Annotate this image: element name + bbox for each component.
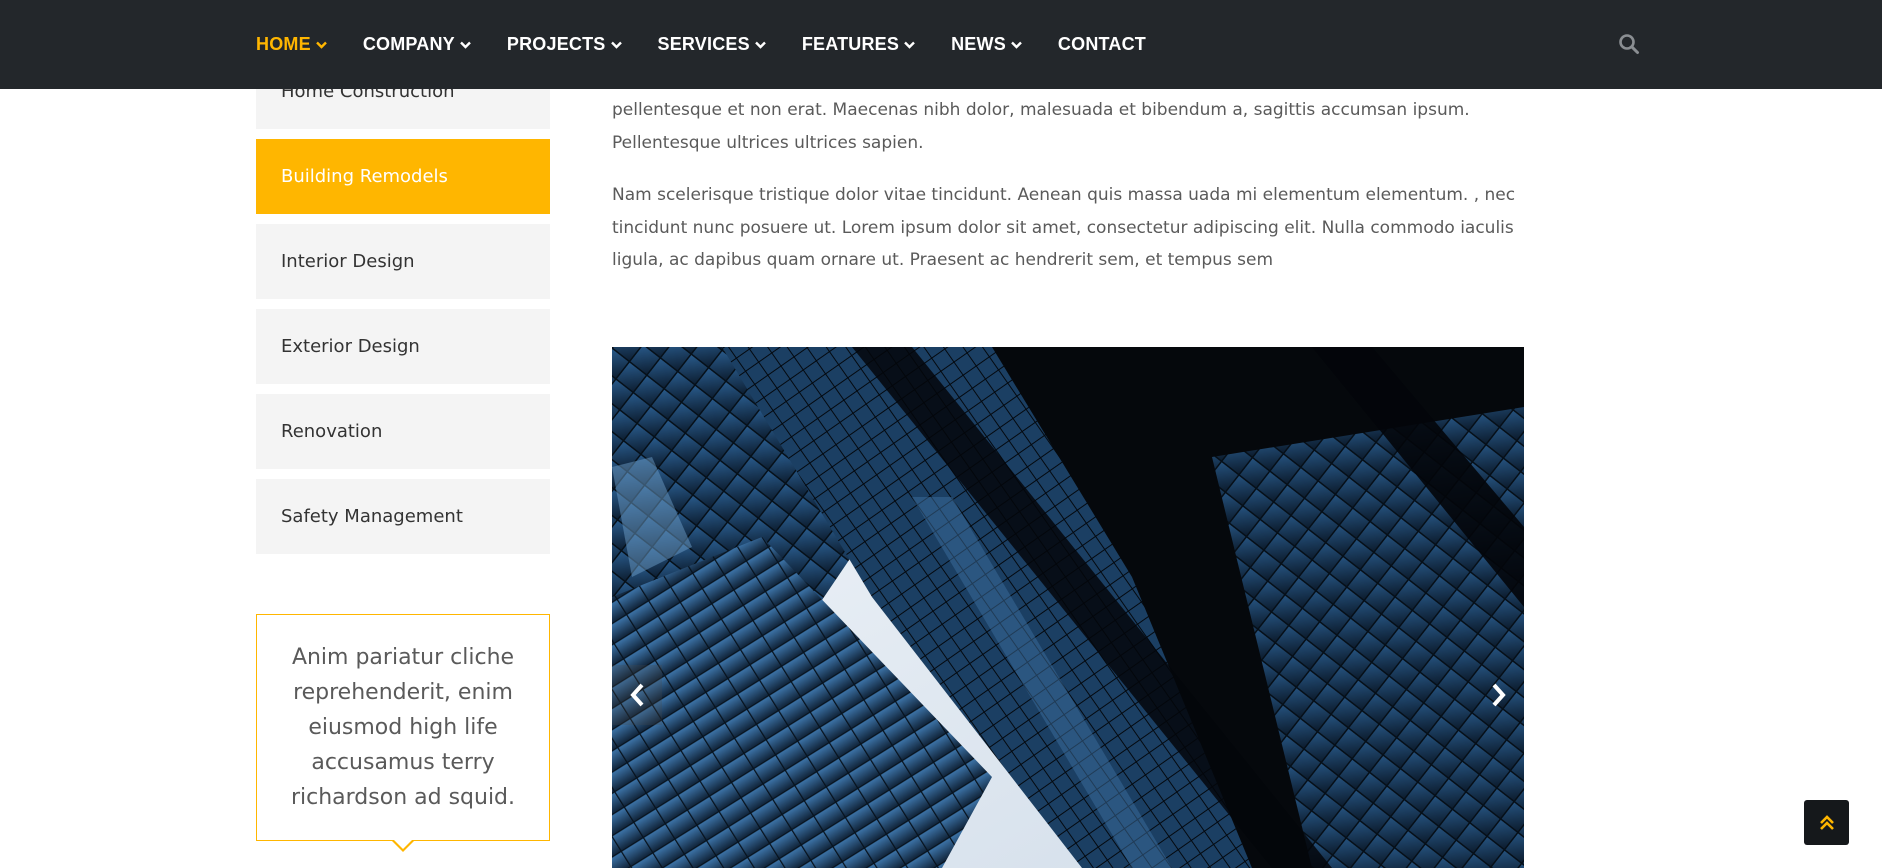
sidebar-item-exterior-design[interactable]: Exterior Design bbox=[256, 309, 550, 384]
nav-item-news[interactable]: NEWS bbox=[951, 34, 1022, 55]
top-navigation-bar: HOME COMPANY PROJECTS SERVICES FEATURES bbox=[0, 0, 1882, 89]
testimonial-quote-box: Anim pariatur cliche reprehenderit, enim… bbox=[256, 614, 550, 841]
nav-item-company[interactable]: COMPANY bbox=[363, 34, 471, 55]
sidebar-item-label: Building Remodels bbox=[281, 166, 448, 187]
chevron-down-icon bbox=[460, 41, 471, 49]
chevron-down-icon bbox=[754, 41, 766, 49]
nav-item-services[interactable]: SERVICES bbox=[658, 34, 766, 55]
project-image-slider[interactable] bbox=[612, 347, 1524, 868]
nav-item-label: FEATURES bbox=[801, 34, 900, 54]
chevron-down-icon bbox=[315, 41, 327, 49]
nav-item-features[interactable]: FEATURES bbox=[802, 34, 915, 55]
nav-item-contact[interactable]: CONTACT bbox=[1058, 34, 1146, 55]
chevron-left-icon bbox=[630, 683, 644, 707]
chevron-down-icon bbox=[904, 41, 915, 49]
sidebar-item-building-remodels[interactable]: Building Remodels bbox=[256, 139, 550, 214]
chevron-right-icon bbox=[1492, 683, 1506, 707]
nav-item-label: PROJECTS bbox=[506, 34, 606, 54]
sidebar-item-label: Renovation bbox=[281, 421, 383, 442]
sidebar-item-renovation[interactable]: Renovation bbox=[256, 394, 550, 469]
nav-item-home[interactable]: HOME bbox=[256, 34, 327, 55]
main-nav: HOME COMPANY PROJECTS SERVICES FEATURES bbox=[256, 0, 1182, 89]
sidebar-item-label: Safety Management bbox=[281, 506, 463, 527]
slider-next-button[interactable] bbox=[1474, 665, 1524, 725]
sidebar-item-interior-design[interactable]: Interior Design bbox=[256, 224, 550, 299]
testimonial-quote: Anim pariatur cliche reprehenderit, enim… bbox=[290, 645, 516, 810]
slider-prev-button[interactable] bbox=[612, 665, 662, 725]
chevron-down-icon bbox=[610, 41, 622, 49]
nav-item-label: COMPANY bbox=[362, 34, 455, 54]
back-to-top-button[interactable] bbox=[1804, 800, 1849, 845]
nav-item-label: SERVICES bbox=[657, 34, 750, 54]
search-icon[interactable] bbox=[1618, 33, 1642, 57]
sidebar-item-label: Exterior Design bbox=[281, 336, 420, 357]
sidebar-item-safety-management[interactable]: Safety Management bbox=[256, 479, 550, 554]
double-chevron-up-icon bbox=[1819, 814, 1834, 830]
body-paragraph-1: pellentesque et non erat. Maecenas nibh … bbox=[612, 100, 1470, 153]
sidebar-item-label: Interior Design bbox=[281, 251, 415, 272]
nav-item-label: HOME bbox=[256, 34, 311, 54]
nav-item-label: NEWS bbox=[951, 34, 1006, 54]
chevron-down-icon bbox=[1011, 41, 1022, 49]
quote-pointer-fill bbox=[393, 839, 413, 849]
nav-item-projects[interactable]: PROJECTS bbox=[507, 34, 622, 55]
building-photo bbox=[612, 347, 1524, 868]
nav-item-label: CONTACT bbox=[1057, 34, 1146, 54]
body-paragraph-2: Nam scelerisque tristique dolor vitae ti… bbox=[612, 185, 1516, 270]
